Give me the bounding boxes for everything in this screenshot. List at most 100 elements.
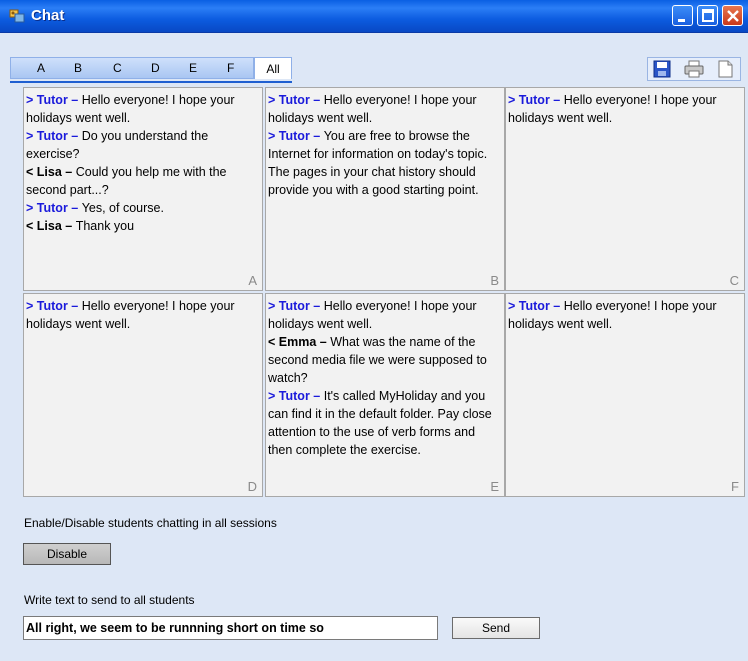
tutor-name: Tutor [518,299,550,313]
chat-message: < Lisa – Could you help me with the seco… [26,165,227,197]
message-separator: – [309,129,324,143]
message-direction: > [268,129,276,143]
chat-log: > Tutor – Hello everyone! I hope your ho… [268,91,502,199]
chat-message: > Tutor – Hello everyone! I hope your ho… [26,93,235,125]
window-title: Chat [31,7,65,24]
student-name: Lisa [36,165,62,179]
student-name: Lisa [36,219,62,233]
session-letter: B [490,273,499,288]
message-separator: – [309,389,324,403]
message-direction: > [268,389,276,403]
session-letter: C [729,273,739,288]
tutor-name: Tutor [278,389,310,403]
message-input[interactable] [23,616,438,640]
chat-message: < Lisa – Thank you [26,219,134,233]
message-direction: > [268,93,276,107]
chat-window: Chat A B C D E F All > Tutor – Hello eve… [0,0,748,661]
chat-log: > Tutor – Hello everyone! I hope your ho… [268,297,502,459]
tutor-name: Tutor [278,299,310,313]
chat-log: > Tutor – Hello everyone! I hope your ho… [508,297,742,333]
message-separator: – [316,335,331,349]
chat-message: > Tutor – Hello everyone! I hope your ho… [26,299,235,331]
save-icon[interactable] [651,60,673,78]
message-text: Yes, of course. [81,201,164,215]
close-icon [727,10,739,22]
tab-d[interactable]: D [151,61,160,75]
session-letter: F [731,479,739,494]
session-tabs: A B C D E F All [10,57,292,83]
tab-a[interactable]: A [37,61,45,75]
maximize-icon [702,9,714,22]
message-direction: < [268,335,276,349]
message-direction: > [268,299,276,313]
tutor-name: Tutor [36,129,68,143]
session-letter: A [248,273,257,288]
tab-e[interactable]: E [189,61,197,75]
chat-log: > Tutor – Hello everyone! I hope your ho… [26,91,260,235]
message-direction: > [26,129,34,143]
message-separator: – [549,93,564,107]
chat-message: > Tutor – Hello everyone! I hope your ho… [268,93,477,125]
write-text-label: Write text to send to all students [24,593,195,607]
session-letter: D [247,479,257,494]
tutor-name: Tutor [36,299,68,313]
disable-button[interactable]: Disable [23,543,111,565]
student-name: Emma [278,335,317,349]
message-direction: > [508,93,516,107]
tutor-name: Tutor [36,93,68,107]
session-panel-c[interactable]: > Tutor – Hello everyone! I hope your ho… [505,87,745,291]
tab-c[interactable]: C [113,61,122,75]
title-bar[interactable]: Chat [0,0,748,33]
message-separator: – [61,219,76,233]
chat-log: > Tutor – Hello everyone! I hope your ho… [508,91,742,127]
chat-message: > Tutor – Do you understand the exercise… [26,129,208,161]
session-letter: E [490,479,499,494]
tab-f[interactable]: F [227,61,234,75]
session-panel-a[interactable]: > Tutor – Hello everyone! I hope your ho… [23,87,263,291]
maximize-button[interactable] [697,5,718,26]
minimize-icon [678,19,685,22]
session-grid: > Tutor – Hello everyone! I hope your ho… [23,87,745,497]
session-panel-f[interactable]: > Tutor – Hello everyone! I hope your ho… [505,293,745,497]
tutor-name: Tutor [518,93,550,107]
enable-disable-label: Enable/Disable students chatting in all … [24,516,277,530]
message-separator: – [67,299,82,313]
message-separator: – [67,93,82,107]
message-direction: > [508,299,516,313]
message-text: Thank you [75,219,135,233]
print-icon[interactable] [683,60,705,78]
message-separator: – [67,201,82,215]
message-separator: – [67,129,82,143]
message-separator: – [549,299,564,313]
chat-message: < Emma – What was the name of the second… [268,335,487,385]
chat-message: > Tutor – It's called MyHoliday and you … [268,389,492,457]
message-direction: < [26,165,34,179]
message-direction: > [26,299,34,313]
chat-message: > Tutor – Hello everyone! I hope your ho… [508,299,717,331]
session-panel-d[interactable]: > Tutor – Hello everyone! I hope your ho… [23,293,263,497]
tab-all[interactable]: All [254,57,292,79]
session-panel-e[interactable]: > Tutor – Hello everyone! I hope your ho… [265,293,505,497]
chat-message: > Tutor – You are free to browse the Int… [268,129,487,197]
chat-app-icon [9,9,25,23]
message-separator: – [309,299,324,313]
message-direction: > [26,201,34,215]
message-separator: – [61,165,76,179]
message-separator: – [309,93,324,107]
message-direction: > [26,93,34,107]
tutor-name: Tutor [36,201,68,215]
close-button[interactable] [722,5,743,26]
chat-message: > Tutor – Hello everyone! I hope your ho… [508,93,717,125]
tutor-name: Tutor [278,93,310,107]
session-panel-b[interactable]: > Tutor – Hello everyone! I hope your ho… [265,87,505,291]
chat-message: > Tutor – Hello everyone! I hope your ho… [268,299,477,331]
send-button[interactable]: Send [452,617,540,639]
message-direction: < [26,219,34,233]
chat-log: > Tutor – Hello everyone! I hope your ho… [26,297,260,333]
tutor-name: Tutor [278,129,310,143]
document-icon[interactable] [714,60,736,78]
tab-bar-background [10,57,254,79]
tab-b[interactable]: B [74,61,82,75]
minimize-button[interactable] [672,5,693,26]
chat-message: > Tutor – Yes, of course. [26,201,164,215]
